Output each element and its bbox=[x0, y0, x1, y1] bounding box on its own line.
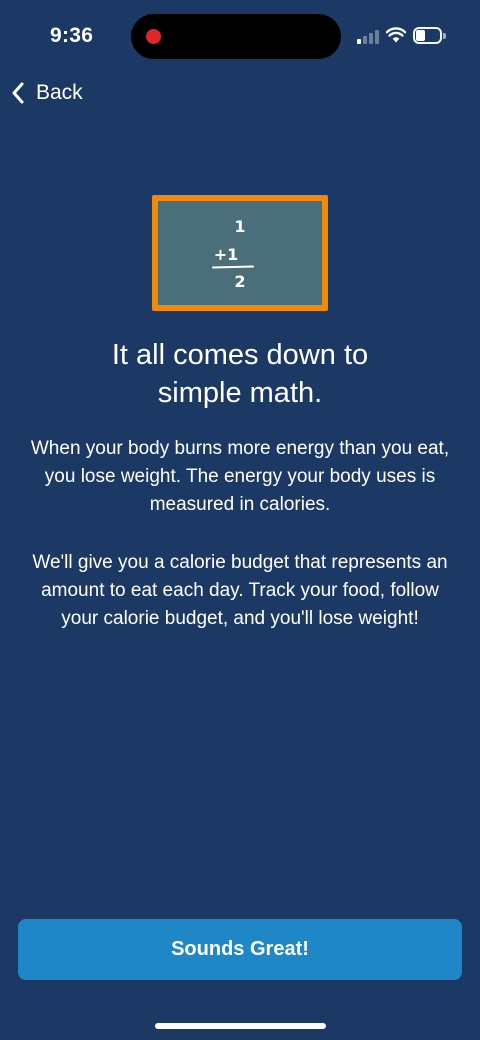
wifi-icon bbox=[386, 27, 406, 43]
status-bar: 9:36 bbox=[0, 0, 480, 72]
status-time: 9:36 bbox=[50, 24, 94, 47]
recording-indicator-icon bbox=[146, 29, 161, 44]
chalk-line-1: 1 bbox=[234, 217, 246, 236]
sounds-great-button-label: Sounds Great! bbox=[171, 938, 309, 960]
back-label: Back bbox=[36, 81, 83, 104]
chalkboard-illustration: 1 +1 2 bbox=[152, 195, 328, 311]
back-button[interactable]: Back bbox=[10, 78, 83, 108]
headline-line-1: It all comes down to bbox=[111, 339, 369, 371]
home-indicator[interactable] bbox=[155, 1023, 326, 1029]
cellular-signal-icon bbox=[357, 29, 379, 44]
chalk-line-2: +1 bbox=[213, 245, 239, 264]
battery-icon bbox=[413, 27, 446, 44]
headline-line-2: simple math. bbox=[157, 377, 323, 409]
intro-paragraph: When your body burns more energy than yo… bbox=[30, 438, 450, 515]
sounds-great-button[interactable]: Sounds Great! bbox=[18, 919, 462, 980]
chevron-left-icon bbox=[12, 82, 24, 104]
dynamic-island bbox=[131, 14, 341, 59]
headline: It all comes down to simple math. bbox=[40, 336, 440, 412]
chalk-line-3: 2 bbox=[234, 272, 246, 291]
budget-paragraph: We'll give you a calorie budget that rep… bbox=[32, 552, 448, 629]
chalk-underline bbox=[211, 265, 255, 269]
